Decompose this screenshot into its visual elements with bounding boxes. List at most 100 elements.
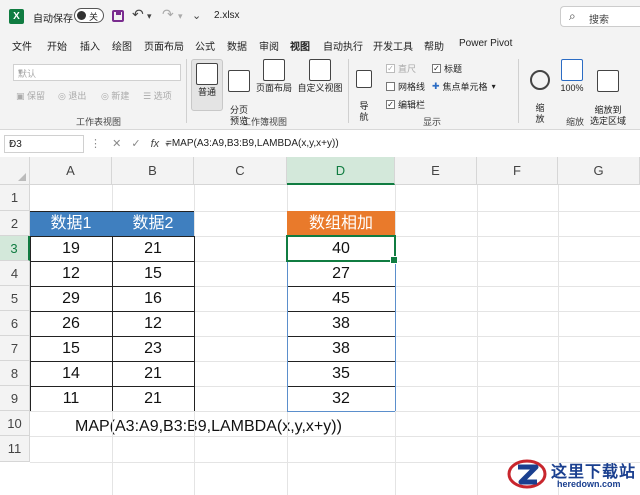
table2-cell[interactable]: 45: [287, 286, 395, 311]
row-header-1[interactable]: 1: [0, 185, 30, 211]
navigation-button[interactable]: 导 航: [354, 59, 374, 123]
table1-cell[interactable]: 21: [112, 386, 194, 411]
name-box[interactable]: D3 ▾: [4, 135, 84, 153]
table2-cell[interactable]: 35: [287, 361, 395, 386]
column-header-b[interactable]: B: [112, 157, 194, 185]
normal-view-button[interactable]: 普通: [191, 59, 223, 111]
table1-cell[interactable]: 23: [112, 336, 194, 361]
table2-cell[interactable]: 38: [287, 311, 395, 336]
search-box[interactable]: ⌕ 搜索: [560, 6, 640, 27]
column-header-c[interactable]: C: [194, 157, 287, 185]
table1-cell[interactable]: 26: [30, 311, 112, 336]
select-all-corner[interactable]: [0, 157, 30, 185]
tab-formulas[interactable]: 公式: [195, 38, 215, 53]
table1-cell[interactable]: 19: [30, 236, 112, 261]
checkbox-icon: [386, 82, 395, 91]
cancel-icon[interactable]: ✕: [112, 138, 121, 150]
table1-cell[interactable]: 15: [112, 261, 194, 286]
normal-view-icon: [196, 63, 218, 85]
options-button[interactable]: ☰ 选项: [143, 89, 172, 102]
row-header-7[interactable]: 7: [0, 336, 30, 361]
page-layout-view-button[interactable]: 页面布局: [255, 59, 293, 94]
formula-input[interactable]: =MAP(A3:A9,B3:B9,LAMBDA(x,y,x+y)): [166, 138, 339, 149]
tab-data[interactable]: 数据: [227, 38, 247, 53]
table1-cell[interactable]: 14: [30, 361, 112, 386]
tab-automate[interactable]: 自动执行: [323, 38, 363, 53]
table1-cell[interactable]: 21: [112, 361, 194, 386]
row-header-4[interactable]: 4: [0, 261, 30, 286]
gridline: [558, 185, 559, 495]
column-header-f[interactable]: F: [477, 157, 558, 185]
tab-draw[interactable]: 绘图: [112, 38, 132, 53]
undo-icon[interactable]: ↶: [132, 6, 144, 23]
tab-insert[interactable]: 插入: [80, 38, 100, 53]
autosave-toggle[interactable]: 关: [74, 8, 104, 23]
zoom-button[interactable]: 缩 放: [526, 59, 554, 125]
sheet-view-select[interactable]: 默认 ▾: [13, 64, 181, 81]
worksheet-grid[interactable]: MAP(A3:A9,B3:B9,LAMBDA(x,y,x+y)) ABCDEFG…: [0, 157, 640, 495]
gridlines-checkbox[interactable]: 网格线: [386, 80, 425, 93]
ruler-checkbox[interactable]: ✓ 直尺: [386, 62, 416, 75]
enter-icon[interactable]: ✓: [131, 138, 140, 150]
table1-header-a[interactable]: 数据1: [30, 211, 112, 236]
table1-cell[interactable]: 16: [112, 286, 194, 311]
table2-header[interactable]: 数组相加: [287, 211, 395, 236]
table2-cell[interactable]: 32: [287, 386, 395, 411]
tab-view[interactable]: 视图: [290, 38, 310, 58]
row-header-2[interactable]: 2: [0, 211, 30, 236]
table2-border: [287, 386, 395, 387]
column-header-g[interactable]: G: [558, 157, 640, 185]
headings-checkbox[interactable]: ✓ 标题: [432, 62, 462, 75]
redo-icon[interactable]: ↷: [162, 6, 174, 23]
table1-cell[interactable]: 11: [30, 386, 112, 411]
zoom-to-selection-button[interactable]: 缩放到 选定区域: [588, 59, 628, 127]
focus-cell-button[interactable]: ✚ 焦点单元格 ▾: [432, 80, 496, 93]
ribbon-tabs: 文件 开始 插入 绘图 页面布局 公式 数据 审阅 视图 自动执行 开发工具 帮…: [0, 33, 640, 58]
tab-review[interactable]: 审阅: [259, 38, 279, 53]
table1-cell[interactable]: 12: [30, 261, 112, 286]
ribbon-separator: [518, 59, 519, 123]
navigation-icon: [356, 70, 372, 88]
row-header-5[interactable]: 5: [0, 286, 30, 311]
new-button[interactable]: ◎ 新建: [101, 89, 129, 102]
redo-dropdown-icon[interactable]: ▾: [178, 11, 183, 22]
row-header-3[interactable]: 3: [0, 236, 30, 261]
table2-cell[interactable]: 38: [287, 336, 395, 361]
table1-header-b[interactable]: 数据2: [112, 211, 194, 236]
formula-bar-controls: ⋮ ✕ ✓ fx ▾: [90, 137, 169, 150]
tab-help[interactable]: 帮助: [424, 38, 444, 53]
table1-cell[interactable]: 12: [112, 311, 194, 336]
table1-cell[interactable]: 29: [30, 286, 112, 311]
table1-cell[interactable]: 15: [30, 336, 112, 361]
column-header-a[interactable]: A: [30, 157, 112, 185]
tab-developer[interactable]: 开发工具: [373, 38, 413, 53]
table2-cell[interactable]: 27: [287, 261, 395, 286]
ribbon-separator: [186, 59, 187, 123]
workbook-view-group-label: 工作簿视图: [242, 117, 288, 127]
column-header-e[interactable]: E: [395, 157, 477, 185]
keep-button[interactable]: ▣ 保留: [16, 89, 45, 102]
keep-label: 保留: [27, 91, 46, 101]
formula-bar-checkbox[interactable]: ✓ 编辑栏: [386, 98, 425, 111]
undo-dropdown-icon[interactable]: ▾: [147, 11, 152, 22]
tab-file[interactable]: 文件: [12, 38, 32, 53]
tab-home[interactable]: 开始: [47, 38, 67, 53]
row-header-11[interactable]: 11: [0, 436, 30, 462]
save-icon[interactable]: [112, 10, 124, 22]
zoom-100-button[interactable]: 100%: [558, 59, 586, 94]
tab-page-layout[interactable]: 页面布局: [144, 38, 184, 53]
row-header-8[interactable]: 8: [0, 361, 30, 386]
custom-views-button[interactable]: 自定义视图: [296, 59, 344, 94]
table1-cell[interactable]: 21: [112, 236, 194, 261]
table1-border: [30, 236, 31, 411]
row-header-6[interactable]: 6: [0, 311, 30, 336]
tab-power-pivot[interactable]: Power Pivot: [459, 38, 512, 49]
title-bar: X 自动保存 关 ↶ ▾ ↷ ▾ ⌄ 2.xlsx ⌕ 搜索: [0, 0, 640, 33]
row-header-9[interactable]: 9: [0, 386, 30, 411]
insert-function-icon[interactable]: fx: [151, 138, 160, 150]
column-header-d[interactable]: D: [287, 157, 395, 185]
customize-toolbar-icon[interactable]: ⌄: [192, 9, 201, 22]
page-layout-icon: [263, 59, 285, 81]
exit-button[interactable]: ◎ 退出: [58, 89, 86, 102]
row-header-10[interactable]: 10: [0, 411, 30, 436]
